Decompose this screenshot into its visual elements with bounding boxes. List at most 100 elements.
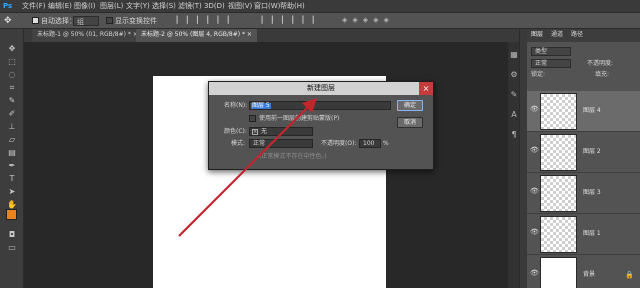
photoshop-logo: Ps xyxy=(3,2,13,10)
dialog-title: 新建图层 xyxy=(307,84,335,92)
foreground-color-swatch[interactable] xyxy=(6,209,17,220)
stamp-tool-icon[interactable]: ⊥ xyxy=(3,121,21,132)
menu-filter[interactable]: 滤镜(T) xyxy=(178,3,202,10)
layer-name[interactable]: 图层 3 xyxy=(583,190,601,196)
layer-thumbnail xyxy=(540,93,577,130)
layer-filter-dropdown[interactable]: 类型 xyxy=(531,47,571,56)
pen-tool-icon[interactable]: ✒ xyxy=(3,160,21,171)
clip-mask-checkbox[interactable] xyxy=(249,115,256,122)
clip-mask-label: 使用前一图层创建剪贴蒙版(P) xyxy=(259,115,340,122)
opacity-input[interactable]: 100 xyxy=(359,139,381,148)
tab-channels[interactable]: 通道 xyxy=(551,32,563,38)
visibility-eye-icon[interactable]: 👁 xyxy=(530,188,539,195)
auto-select-checkbox[interactable] xyxy=(32,17,39,24)
show-transform-checkbox[interactable] xyxy=(106,17,113,24)
distribute-buttons-icon[interactable]: ┃┃┃┃┃┃ xyxy=(260,17,321,24)
layer-row-4[interactable]: 👁 图层 4 xyxy=(527,91,640,132)
visibility-eye-icon[interactable]: 👁 xyxy=(530,229,539,236)
lasso-tool-icon[interactable]: ◌ xyxy=(3,69,21,80)
visibility-eye-icon[interactable]: 👁 xyxy=(530,147,539,154)
blend-mode-select[interactable]: 正常 xyxy=(249,139,313,148)
layer-name-input[interactable]: 图层 5 xyxy=(249,101,391,110)
blend-mode-dropdown[interactable]: 正常 xyxy=(531,59,571,68)
auto-select-label: 自动选择： xyxy=(41,17,76,25)
brush-tool-icon[interactable]: ✐ xyxy=(3,108,21,119)
mode-label: 模式: xyxy=(231,140,246,147)
auto-select-dropdown[interactable]: 组 xyxy=(73,16,99,26)
screen-mode-icon[interactable]: ▭ xyxy=(3,242,21,253)
color-value: 无 xyxy=(261,128,268,135)
layer-fill-label: 填充: xyxy=(595,71,610,78)
gradient-tool-icon[interactable]: ▤ xyxy=(3,147,21,158)
color-label: 颜色(C): xyxy=(224,128,247,135)
paragraph-panel-icon[interactable]: ¶ xyxy=(509,130,519,139)
neutral-color-hint: (正常模式不存在中性色。) xyxy=(259,153,327,160)
menu-file[interactable]: 文件(F) xyxy=(22,3,46,10)
tab-label: 未标题-2 @ 50% (图层 4, RGB/8#) * xyxy=(141,31,245,38)
tab-document-2[interactable]: 未标题-2 @ 50% (图层 4, RGB/8#) * × xyxy=(136,29,257,42)
visibility-eye-icon[interactable]: 👁 xyxy=(530,106,539,113)
quick-mask-icon[interactable]: ◘ xyxy=(3,229,21,240)
mode-value: 正常 xyxy=(253,140,266,147)
tab-layers[interactable]: 图层 xyxy=(531,32,543,38)
brush-panel-icon[interactable]: ✎ xyxy=(509,90,519,99)
show-transform-label: 显示变换控件 xyxy=(115,17,157,25)
menu-edit[interactable]: 编辑(E) xyxy=(48,3,72,10)
path-select-tool-icon[interactable]: ➤ xyxy=(3,186,21,197)
ok-button[interactable]: 确定 xyxy=(397,100,423,111)
menu-view[interactable]: 视图(V) xyxy=(228,3,252,10)
dock-divider xyxy=(519,29,527,288)
menu-window[interactable]: 窗口(W) xyxy=(254,3,280,10)
3d-mode-icon[interactable]: ◈◈◈◈◈ xyxy=(342,17,394,24)
no-color-icon: × xyxy=(252,129,258,135)
layer-name[interactable]: 图层 2 xyxy=(583,149,601,155)
new-layer-dialog: 新建图层 × 名称(N): 图层 5 使用前一图层创建剪贴蒙版(P) 颜色(C)… xyxy=(208,81,434,170)
layer-name[interactable]: 图层 1 xyxy=(583,231,601,237)
align-buttons-icon[interactable]: ┃┃┃┃┃┃ xyxy=(175,17,236,24)
layer-row-2[interactable]: 👁 图层 2 xyxy=(527,132,640,173)
layer-name[interactable]: 图层 4 xyxy=(583,108,601,114)
layer-lock-label: 锁定: xyxy=(531,71,546,78)
character-panel-icon[interactable]: A xyxy=(509,110,519,119)
panel-tab-bar: 图层 通道 路径 xyxy=(527,29,640,42)
toolbox: ✥ ⬚ ◌ ⌗ ✎ ✐ ⊥ ▱ ▤ ✒ T ➤ ✋ ⋯ ◘ ▭ xyxy=(0,29,24,288)
tab-document-1[interactable]: 未标题-1 @ 50% (01, RGB/8#) * × xyxy=(32,29,143,42)
menu-type[interactable]: 文字(Y) xyxy=(126,3,150,10)
eyedropper-tool-icon[interactable]: ✎ xyxy=(3,95,21,106)
cancel-button[interactable]: 取消 xyxy=(397,117,423,128)
history-panel-icon[interactable]: ▦ xyxy=(509,50,519,59)
layer-name[interactable]: 背景 xyxy=(583,272,595,278)
opacity-label: 不透明度(O): xyxy=(321,140,357,147)
crop-tool-icon[interactable]: ⌗ xyxy=(3,82,21,93)
name-label: 名称(N): xyxy=(224,102,248,109)
document-tab-bar: 未标题-1 @ 50% (01, RGB/8#) * × 未标题-2 @ 50%… xyxy=(24,29,519,42)
menu-layer[interactable]: 图层(L) xyxy=(100,3,123,10)
options-bar: ✥ 自动选择： 组 显示变换控件 ┃┃┃┃┃┃ ┃┃┃┃┃┃ ◈◈◈◈◈ xyxy=(0,13,640,29)
layer-opacity-label: 不透明度: xyxy=(587,60,614,67)
menu-bar: Ps 文件(F) 编辑(E) 图像(I) 图层(L) 文字(Y) 选择(S) 滤… xyxy=(0,0,640,13)
visibility-eye-icon[interactable]: 👁 xyxy=(530,270,539,277)
layer-row-background[interactable]: 👁 背景 🔒 xyxy=(527,255,640,288)
tab-label: 未标题-1 @ 50% (01, RGB/8#) * xyxy=(37,31,131,38)
layer-thumbnail xyxy=(540,175,577,212)
eraser-tool-icon[interactable]: ▱ xyxy=(3,134,21,145)
close-icon[interactable]: × xyxy=(419,82,433,95)
tab-paths[interactable]: 路径 xyxy=(571,32,583,38)
menu-3d[interactable]: 3D(D) xyxy=(204,3,225,10)
layer-thumbnail xyxy=(540,134,577,171)
marquee-tool-icon[interactable]: ⬚ xyxy=(3,56,21,67)
move-tool-icon: ✥ xyxy=(4,16,12,26)
color-select[interactable]: × 无 xyxy=(249,127,313,136)
layer-thumbnail xyxy=(540,216,577,253)
layer-row-1[interactable]: 👁 图层 1 xyxy=(527,214,640,255)
dialog-titlebar[interactable]: 新建图层 × xyxy=(209,82,433,95)
tab-close-icon[interactable]: × xyxy=(247,31,252,38)
menu-help[interactable]: 帮助(H) xyxy=(280,3,305,10)
menu-image[interactable]: 图像(I) xyxy=(74,3,96,10)
move-tool-icon[interactable]: ✥ xyxy=(3,43,21,54)
opacity-unit: % xyxy=(383,140,389,147)
menu-select[interactable]: 选择(S) xyxy=(152,3,176,10)
layer-row-3[interactable]: 👁 图层 3 xyxy=(527,173,640,214)
properties-panel-icon[interactable]: ⚙ xyxy=(509,70,519,79)
type-tool-icon[interactable]: T xyxy=(3,173,21,184)
